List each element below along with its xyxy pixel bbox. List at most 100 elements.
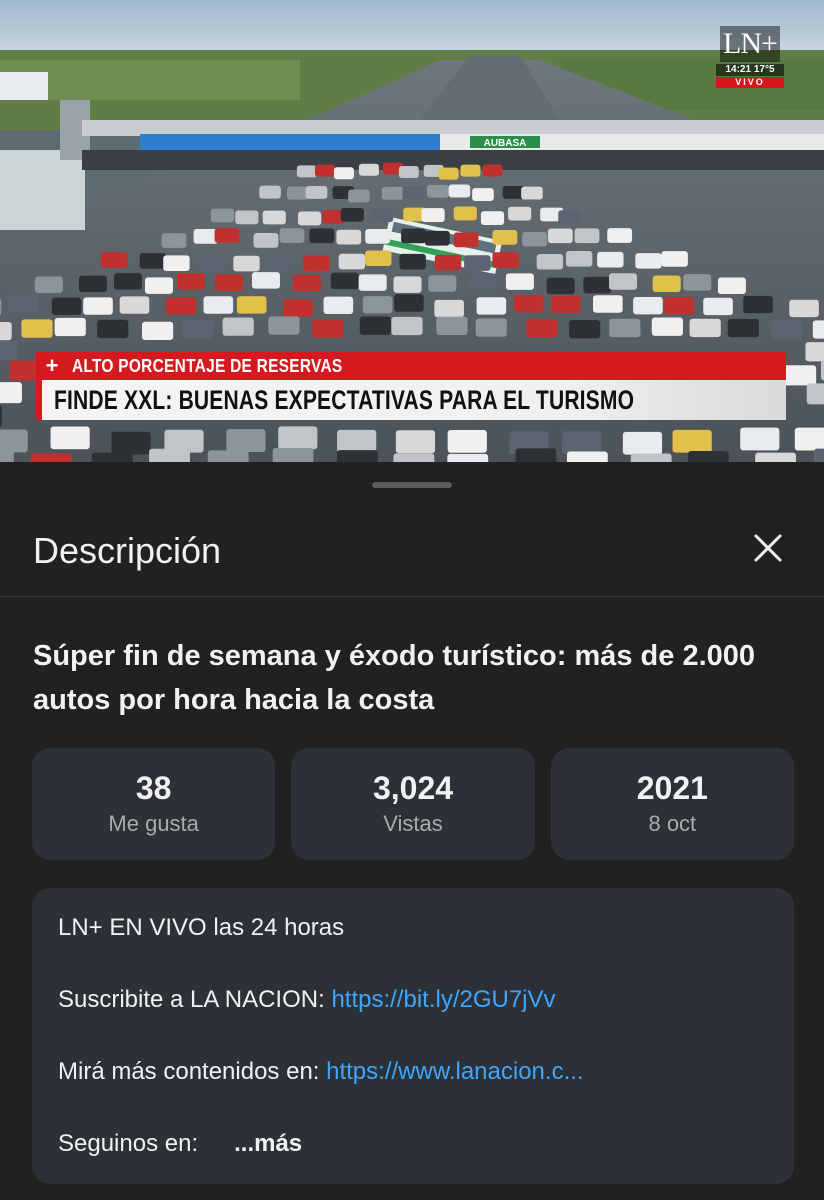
car-shape [805,342,824,362]
car-shape [279,228,305,244]
car-shape [447,429,487,453]
more-content-text: Mirá más contenidos en: [58,1058,327,1085]
plus-icon: + [45,353,59,378]
car-shape [210,208,235,223]
car-shape [448,184,471,198]
car-shape [8,294,38,313]
car-shape [651,317,683,336]
kicker-text: ALTO PORCENTAJE DE RESERVAS [72,355,343,376]
car-shape [226,429,266,452]
car-shape [583,276,612,294]
car-shape [399,253,426,270]
car-shape [472,188,494,201]
car-shape [515,448,557,462]
car-shape [569,320,601,339]
car-shape [0,298,2,316]
car-shape [743,295,773,314]
car-shape [597,251,624,268]
car-shape [794,427,824,451]
car-shape [0,405,2,427]
car-shape [161,233,187,248]
car-shape [163,255,190,271]
car-shape [438,167,459,180]
views-stat: 3,024 Vistas [291,748,535,860]
car-shape [97,319,129,339]
car-shape [521,186,543,200]
car-shape [314,164,335,177]
car-shape [812,320,824,339]
show-more-button[interactable]: ...más [234,1130,302,1157]
car-shape [717,277,746,295]
car-shape [149,448,190,462]
car-shape [323,296,354,315]
car-shape [166,297,196,315]
car-shape [145,277,174,294]
channel-logo-mark: LN+ [720,26,780,62]
car-shape [348,189,370,203]
car-shape [30,453,72,462]
drag-handle[interactable] [372,482,452,488]
description-line-3: Mirá más contenidos en: https://www.lana… [58,1056,768,1088]
car-shape [272,448,314,462]
car-shape [222,317,254,336]
overlay-time: 14:21 17°5 [716,64,784,76]
car-shape [566,451,608,462]
car-shape [574,228,600,244]
car-shape [550,295,581,313]
car-shape [233,255,260,272]
website-link[interactable]: https://www.lanacion.c... [326,1058,583,1085]
car-shape [330,272,359,290]
car-shape [309,228,335,244]
car-shape [813,448,824,462]
car-shape [0,382,22,404]
live-badge: VIVO [716,77,784,88]
car-shape [424,230,450,246]
car-shape [333,167,354,180]
views-count: 3,024 [372,770,454,806]
close-button[interactable] [744,524,792,572]
car-shape [689,318,721,338]
car-shape [453,206,477,221]
car-shape [207,450,249,462]
car-shape [287,186,309,200]
car-shape [340,207,364,222]
car-shape [683,274,712,291]
car-shape [806,383,824,405]
car-shape [111,431,151,455]
description-line-1: LN+ EN VIVO las 24 horas [58,914,345,941]
car-shape [369,208,394,223]
car-shape [265,252,293,269]
car-shape [235,210,259,225]
car-shape [661,251,688,267]
car-shape [365,250,392,267]
car-shape [0,321,12,341]
car-shape [236,296,267,314]
car-shape [34,276,63,293]
description-box[interactable]: LN+ EN VIVO las 24 horas Suscribite a LA… [32,888,794,1184]
car-shape [434,299,464,318]
car-shape [536,253,564,270]
video-player[interactable]: AUBASA LN+ 14:21 17°5 VIVO + ALTO PORCEN… [0,0,824,462]
car-shape [453,232,479,248]
car-shape [482,164,503,177]
car-shape [359,316,391,335]
car-shape [492,252,519,268]
car-shape [358,163,379,176]
car-shape [607,228,633,243]
car-shape [139,253,167,269]
car-shape [200,255,228,272]
car-shape [21,319,53,338]
car-shape [771,320,803,339]
likes-count: 38 [135,770,172,806]
car-shape [672,429,712,453]
car-shape [508,206,532,221]
car-shape [492,230,518,245]
subscribe-link[interactable]: https://bit.ly/2GU7jVv [331,986,555,1013]
car-shape [141,321,174,340]
sheet-title: Descripción [33,530,222,571]
car-shape [427,184,449,198]
car-shape [546,277,575,295]
car-shape [336,450,378,462]
car-shape [338,253,366,270]
car-shape [727,318,759,338]
